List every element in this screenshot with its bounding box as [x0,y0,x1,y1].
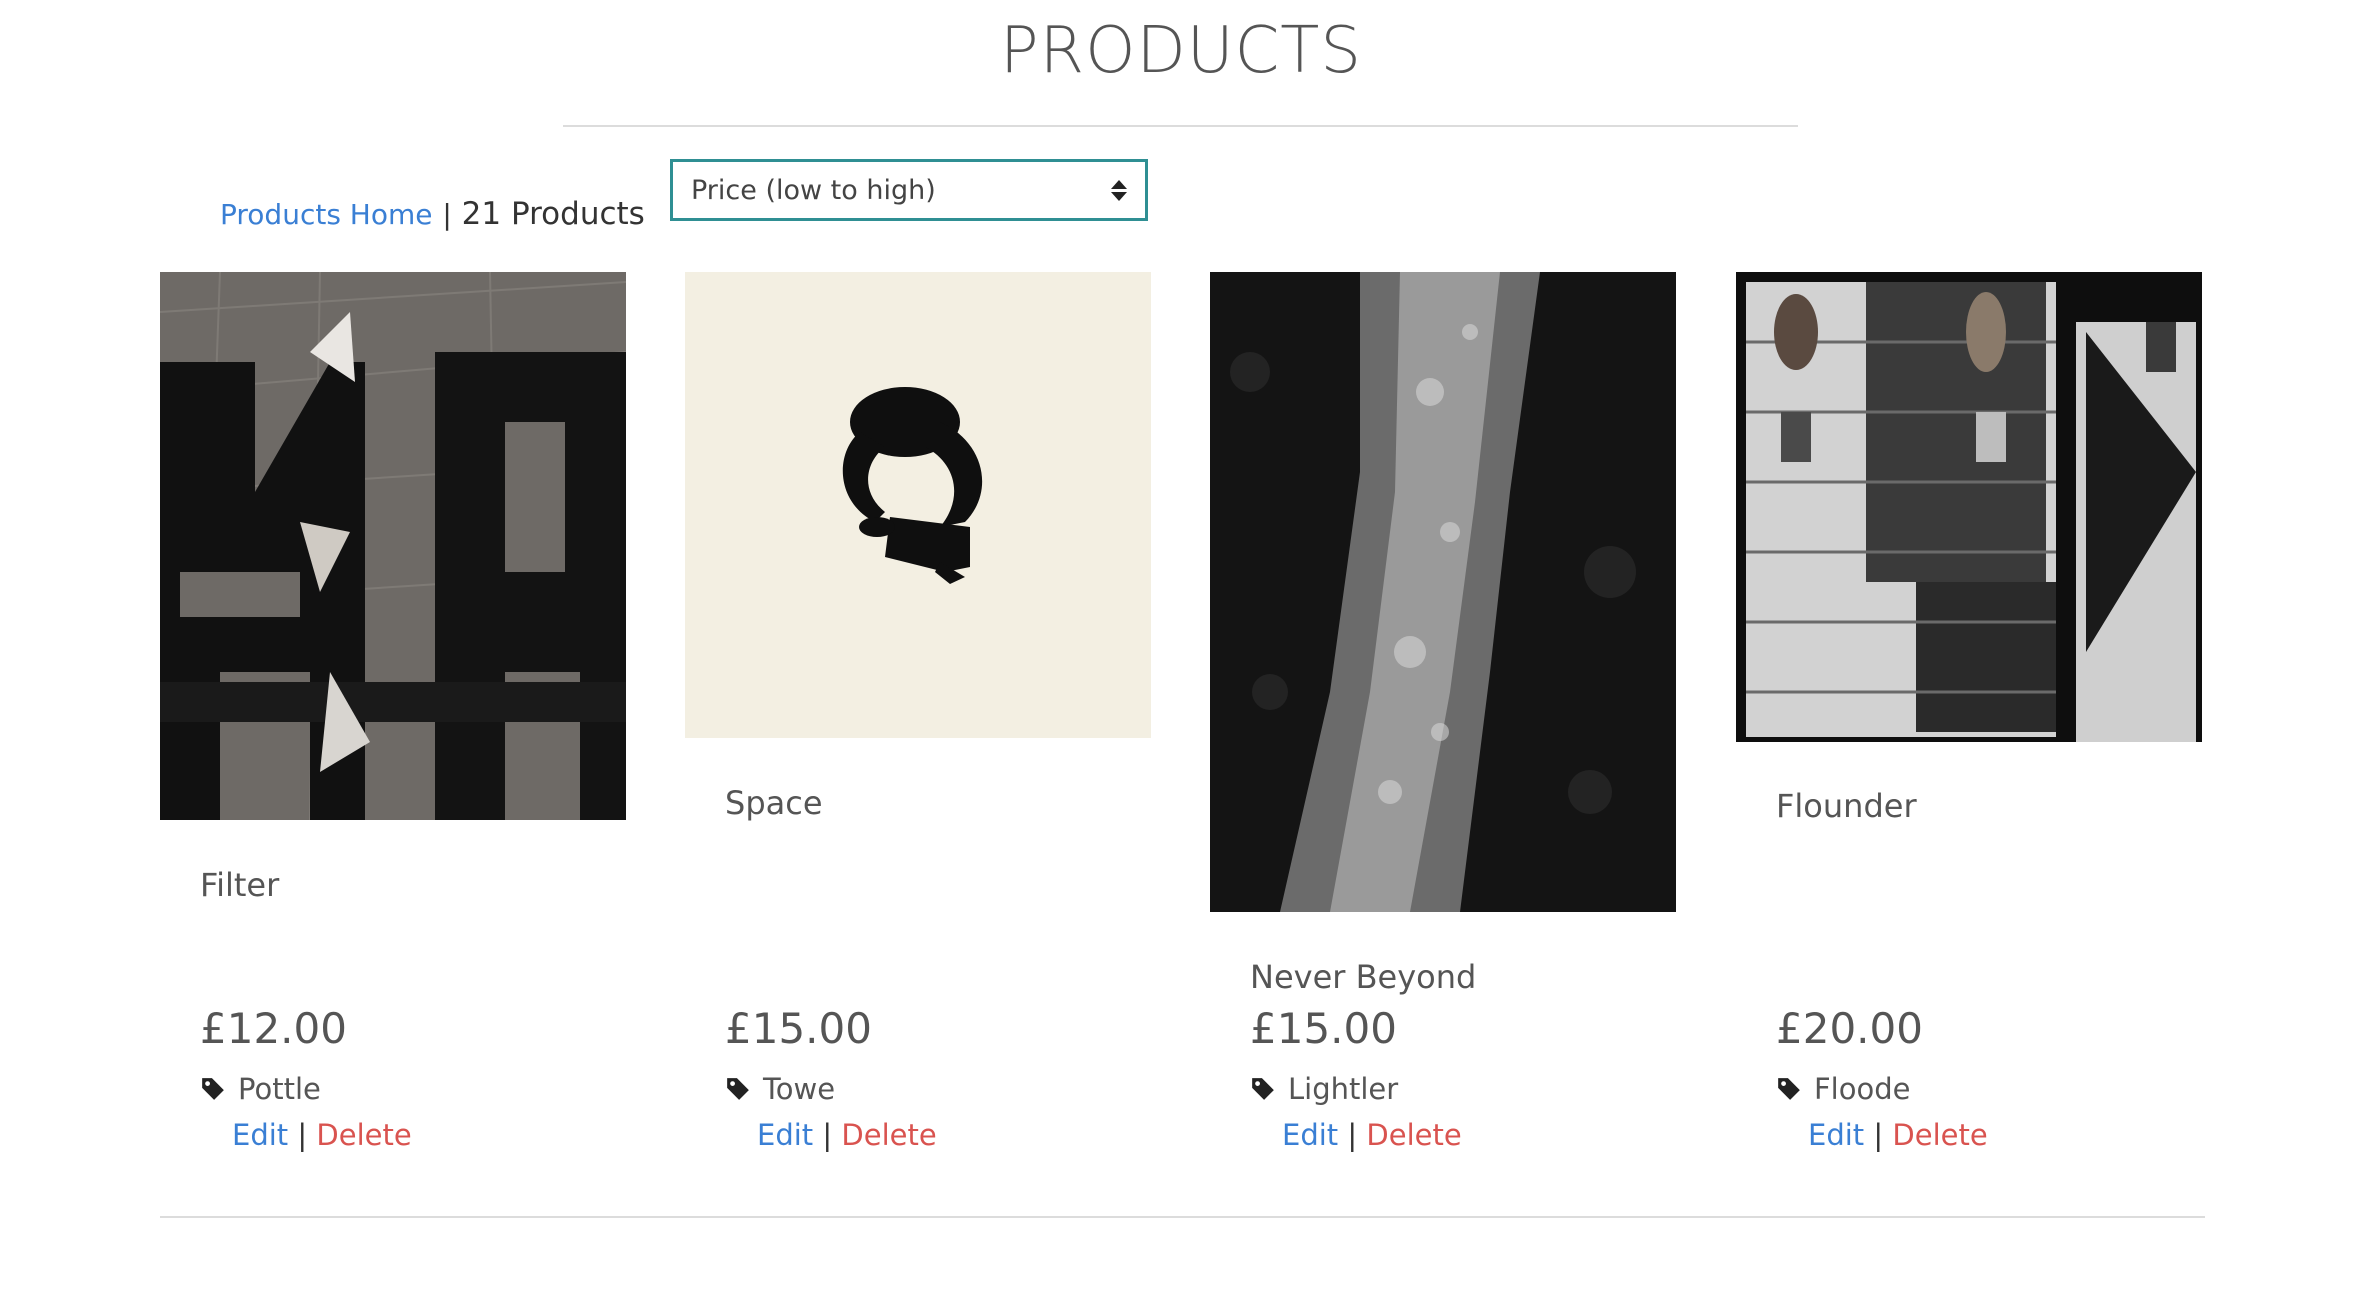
sort-select[interactable]: Price (low to high) [670,159,1148,221]
tag-icon [202,1078,224,1100]
products-page: PRODUCTS Products Home | 21 Products Pri… [0,0,2362,1304]
delete-link[interactable]: Delete [316,1118,411,1152]
edit-link[interactable]: Edit [757,1118,813,1152]
product-price: £15.00 [1250,1004,1397,1053]
product-tag: Towe [725,1072,835,1106]
tag-label: Lightler [1288,1072,1399,1106]
action-separator: | [297,1118,308,1152]
product-image[interactable] [160,272,626,820]
product-actions: Edit | Delete [1282,1118,1462,1152]
product-name[interactable]: Filter [200,866,279,904]
action-separator: | [1873,1118,1884,1152]
delete-link[interactable]: Delete [1366,1118,1461,1152]
footer-divider [160,1216,2205,1218]
product-image[interactable] [1736,272,2202,742]
tag-label: Pottle [238,1072,321,1106]
product-tag: Floode [1776,1072,1910,1106]
edit-link[interactable]: Edit [1808,1118,1864,1152]
product-price: £12.00 [200,1004,347,1053]
action-separator: | [1347,1118,1358,1152]
product-image[interactable] [685,272,1151,738]
delete-link[interactable]: Delete [1892,1118,1987,1152]
sort-arrows-icon [1111,179,1127,201]
product-actions: Edit | Delete [232,1118,412,1152]
product-price: £15.00 [725,1004,872,1053]
delete-link[interactable]: Delete [841,1118,936,1152]
tag-icon [727,1078,749,1100]
page-title: PRODUCTS [1000,14,1362,88]
product-actions: Edit | Delete [757,1118,937,1152]
tag-label: Towe [763,1072,836,1106]
tag-icon [1252,1078,1274,1100]
title-divider [563,125,1798,127]
action-separator: | [822,1118,833,1152]
product-image[interactable] [1210,272,1676,912]
products-home-link[interactable]: Products Home [220,198,433,231]
product-count: 21 Products [461,196,645,232]
edit-link[interactable]: Edit [1282,1118,1338,1152]
product-tag: Pottle [200,1072,321,1106]
tag-icon [1778,1078,1800,1100]
products-meta: Products Home | 21 Products [220,196,645,232]
tag-label: Floode [1814,1072,1911,1106]
product-name[interactable]: Never Beyond [1250,958,1476,996]
sort-selected-value: Price (low to high) [691,174,936,206]
product-name[interactable]: Flounder [1776,787,1917,825]
product-name[interactable]: Space [725,784,823,822]
product-price: £20.00 [1776,1004,1923,1053]
edit-link[interactable]: Edit [232,1118,288,1152]
product-tag: Lightler [1250,1072,1398,1106]
meta-separator: | [442,198,452,231]
product-actions: Edit | Delete [1808,1118,1988,1152]
